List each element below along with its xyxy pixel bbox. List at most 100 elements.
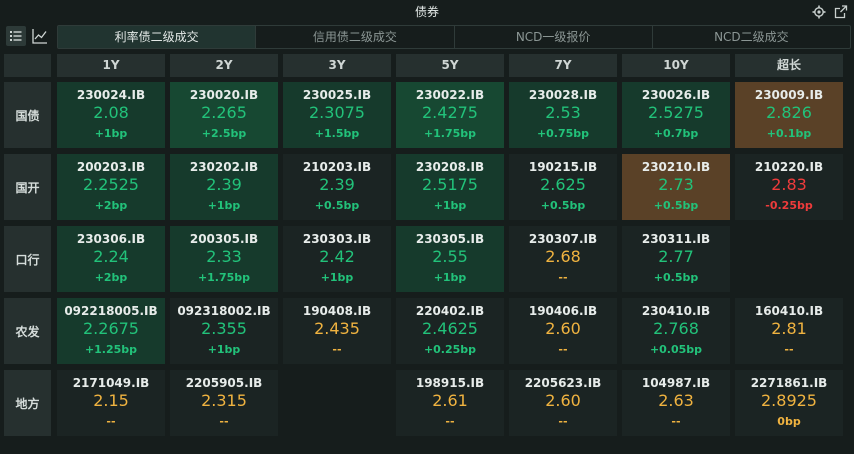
bond-yield: 2.33: [206, 247, 242, 266]
yield-change: +1.25bp: [84, 343, 138, 356]
yield-change: +2.5bp: [201, 127, 247, 140]
bond-cell[interactable]: 230306.IB 2.24 +2bp: [57, 226, 165, 292]
bond-cell[interactable]: 230025.IB 2.3075 +1.5bp: [283, 82, 391, 148]
bond-cell[interactable]: 230024.IB 2.08 +1bp: [57, 82, 165, 148]
tab-ncd-secondary[interactable]: NCD二级成交: [653, 26, 850, 48]
line-chart-icon: [30, 29, 50, 50]
toolbar: 利率债二级成交 信用债二级成交 NCD一级报价 NCD二级成交: [0, 24, 854, 50]
column-header[interactable]: 超长: [735, 54, 843, 77]
bond-cell[interactable]: 200305.IB 2.33 +1.75bp: [170, 226, 278, 292]
bond-cell[interactable]: 2271861.IB 2.8925 0bp: [735, 370, 843, 436]
bond-cell[interactable]: 190215.IB 2.625 +0.5bp: [509, 154, 617, 220]
column-header[interactable]: 3Y: [283, 54, 391, 77]
column-header[interactable]: 7Y: [509, 54, 617, 77]
gear-icon[interactable]: [812, 0, 826, 24]
column-header[interactable]: 2Y: [170, 54, 278, 77]
column-header[interactable]: 5Y: [396, 54, 504, 77]
window-titlebar: 债券: [0, 0, 854, 24]
bond-yield: 2.83: [771, 175, 807, 194]
row-header: 地方: [4, 370, 51, 436]
bond-cell[interactable]: 230303.IB 2.42 +1bp: [283, 226, 391, 292]
bond-code: 230025.IB: [302, 88, 372, 102]
bond-code: 160410.IB: [754, 304, 824, 318]
bond-code: 230202.IB: [189, 160, 259, 174]
yield-change: +1bp: [207, 199, 241, 212]
tab-bar: 利率债二级成交 信用债二级成交 NCD一级报价 NCD二级成交: [57, 25, 851, 49]
yield-change: +1bp: [433, 199, 467, 212]
bond-cell[interactable]: 092318002.IB 2.355 +1bp: [170, 298, 278, 364]
bond-yield: 2.73: [658, 175, 694, 194]
bond-cell[interactable]: 230410.IB 2.768 +0.05bp: [622, 298, 730, 364]
bond-cell[interactable]: 230305.IB 2.55 +1bp: [396, 226, 504, 292]
bond-code: 230303.IB: [302, 232, 372, 246]
column-header[interactable]: 10Y: [622, 54, 730, 77]
tab-credit-bond-secondary[interactable]: 信用债二级成交: [256, 26, 455, 48]
bond-code: 220402.IB: [415, 304, 485, 318]
yield-change: +0.25bp: [423, 343, 477, 356]
tab-rate-bond-secondary[interactable]: 利率债二级成交: [58, 26, 257, 48]
bond-cell[interactable]: 160410.IB 2.81 --: [735, 298, 843, 364]
popout-icon[interactable]: [834, 0, 848, 24]
bond-cell[interactable]: 198915.IB 2.61 --: [396, 370, 504, 436]
bond-yield: 2.2675: [83, 319, 139, 338]
yield-change: +0.05bp: [649, 343, 703, 356]
bond-yield: 2.625: [540, 175, 586, 194]
yield-change: --: [558, 415, 568, 428]
row-header: 国债: [4, 82, 51, 148]
bond-code: 200305.IB: [189, 232, 259, 246]
bond-yield: 2.265: [201, 103, 247, 122]
bond-cell[interactable]: 210220.IB 2.83 -0.25bp: [735, 154, 843, 220]
yield-change: --: [558, 271, 568, 284]
bond-cell[interactable]: 230307.IB 2.68 --: [509, 226, 617, 292]
bond-cell[interactable]: 2205623.IB 2.60 --: [509, 370, 617, 436]
bond-cell[interactable]: 092218005.IB 2.2675 +1.25bp: [57, 298, 165, 364]
bond-yield: 2.315: [201, 391, 247, 410]
bond-cell[interactable]: 230311.IB 2.77 +0.5bp: [622, 226, 730, 292]
bond-yield: 2.55: [432, 247, 468, 266]
bond-cell[interactable]: 230026.IB 2.5275 +0.7bp: [622, 82, 730, 148]
bond-cell[interactable]: 190406.IB 2.60 --: [509, 298, 617, 364]
bond-yield: 2.61: [432, 391, 468, 410]
bond-cell[interactable]: 210203.IB 2.39 +0.5bp: [283, 154, 391, 220]
bond-cell[interactable]: 230028.IB 2.53 +0.75bp: [509, 82, 617, 148]
yield-change: +2bp: [94, 199, 128, 212]
bond-cell[interactable]: 2171049.IB 2.15 --: [57, 370, 165, 436]
yield-change: --: [558, 343, 568, 356]
bond-code: 200203.IB: [76, 160, 146, 174]
bond-cell[interactable]: 230020.IB 2.265 +2.5bp: [170, 82, 278, 148]
yield-change: +1bp: [94, 127, 128, 140]
corner-header: [4, 54, 51, 77]
yield-change: +0.5bp: [540, 199, 586, 212]
yield-change: --: [784, 343, 794, 356]
bond-cell[interactable]: 220402.IB 2.4625 +0.25bp: [396, 298, 504, 364]
yield-change: --: [106, 415, 116, 428]
bond-code: 210220.IB: [754, 160, 824, 174]
bond-yield: 2.8925: [761, 391, 817, 410]
bond-yield: 2.15: [93, 391, 129, 410]
bond-cell[interactable]: 104987.IB 2.63 --: [622, 370, 730, 436]
bond-cell[interactable]: 230022.IB 2.4275 +1.75bp: [396, 82, 504, 148]
bond-cell[interactable]: 200203.IB 2.2525 +2bp: [57, 154, 165, 220]
list-view-button[interactable]: [6, 26, 26, 46]
bond-cell[interactable]: 230202.IB 2.39 +1bp: [170, 154, 278, 220]
bond-code: 2205623.IB: [524, 376, 602, 390]
tab-ncd-primary-quote[interactable]: NCD一级报价: [455, 26, 653, 48]
yield-change: +0.75bp: [536, 127, 590, 140]
empty-cell: [283, 370, 391, 436]
bond-cell[interactable]: 2205905.IB 2.315 --: [170, 370, 278, 436]
bond-code: 230009.IB: [754, 88, 824, 102]
bond-yield: 2.08: [93, 103, 129, 122]
bond-code: 230026.IB: [641, 88, 711, 102]
bond-yield: 2.768: [653, 319, 699, 338]
bond-cell[interactable]: 230208.IB 2.5175 +1bp: [396, 154, 504, 220]
yield-change: +1.75bp: [197, 271, 251, 284]
yield-change: +0.5bp: [653, 199, 699, 212]
bond-cell[interactable]: 230210.IB 2.73 +0.5bp: [622, 154, 730, 220]
chart-view-button[interactable]: [30, 26, 50, 46]
column-header[interactable]: 1Y: [57, 54, 165, 77]
bond-cell[interactable]: 230009.IB 2.826 +0.1bp: [735, 82, 843, 148]
bond-code: 230311.IB: [641, 232, 711, 246]
bond-code: 230410.IB: [641, 304, 711, 318]
bond-yield: 2.24: [93, 247, 129, 266]
bond-cell[interactable]: 190408.IB 2.435 --: [283, 298, 391, 364]
